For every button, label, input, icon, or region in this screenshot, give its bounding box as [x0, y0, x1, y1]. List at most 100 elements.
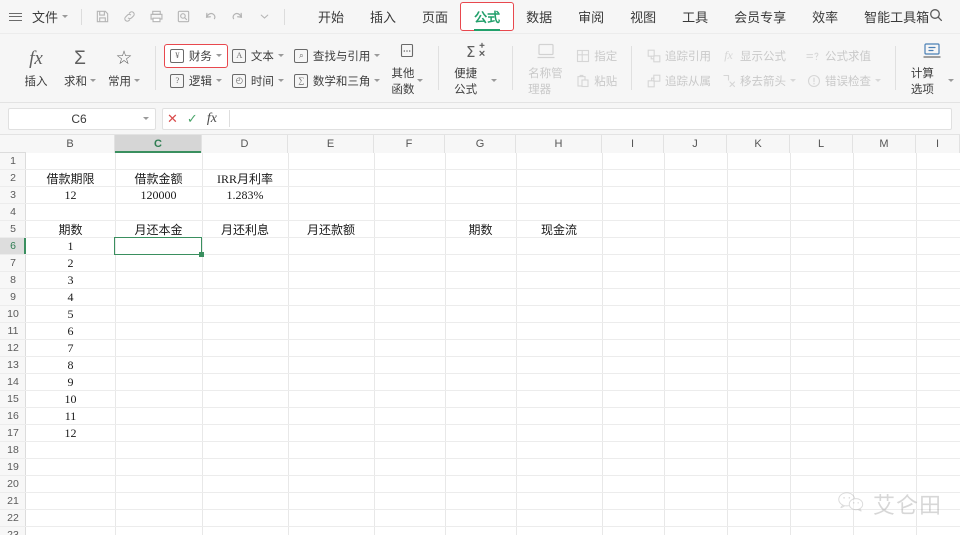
row-header-14[interactable]: 14	[0, 374, 26, 391]
row-header-11[interactable]: 11	[0, 323, 26, 340]
more-chevron-icon[interactable]	[252, 6, 276, 28]
error-check-button[interactable]: 错误检查	[801, 70, 886, 92]
tab-tools[interactable]: 工具	[669, 3, 721, 30]
finance-functions-button[interactable]: ¥ 财务	[163, 43, 228, 68]
cell-B16[interactable]: 11	[26, 408, 115, 425]
cell-B10[interactable]: 5	[26, 306, 115, 323]
row-header-8[interactable]: 8	[0, 272, 26, 289]
cell-E5[interactable]: 月还款额	[288, 221, 374, 238]
cell-B11[interactable]: 6	[26, 323, 115, 340]
cell-B14[interactable]: 9	[26, 374, 115, 391]
evaluate-formula-button[interactable]: 公式求值	[801, 45, 886, 67]
cell-B2[interactable]: 借款期限	[26, 170, 115, 187]
column-header-l-10[interactable]: L	[790, 135, 853, 153]
insert-function-button[interactable]: fx 插入	[14, 44, 58, 93]
calc-options-button[interactable]: 计算选项	[905, 36, 960, 101]
tab-page[interactable]: 页面	[409, 3, 461, 30]
tab-insert[interactable]: 插入	[357, 3, 409, 30]
cell-B5[interactable]: 期数	[26, 221, 115, 238]
file-menu-button[interactable]: 文件	[27, 4, 73, 29]
tab-start[interactable]: 开始	[305, 3, 357, 30]
text-functions-button[interactable]: A 文本	[227, 45, 289, 67]
row-header-20[interactable]: 20	[0, 476, 26, 493]
time-functions-button[interactable]: ◴ 时间	[227, 70, 289, 92]
cell-B17[interactable]: 12	[26, 425, 115, 442]
tab-efficiency[interactable]: 效率	[799, 3, 851, 30]
column-header-e-3[interactable]: E	[288, 135, 374, 153]
row-header-16[interactable]: 16	[0, 408, 26, 425]
fill-handle[interactable]	[199, 252, 204, 257]
row-header-6[interactable]: 6	[0, 238, 26, 255]
row-header-1[interactable]: 1	[0, 153, 26, 170]
autosum-button[interactable]: Σ 求和	[58, 44, 102, 93]
cell-D3[interactable]: 1.283%	[202, 187, 288, 204]
name-box[interactable]: C6	[8, 107, 156, 130]
tab-view[interactable]: 视图	[617, 3, 669, 30]
cell-B3[interactable]: 12	[26, 187, 115, 204]
name-manager-button[interactable]: 名称管理器	[522, 36, 570, 101]
row-header-13[interactable]: 13	[0, 357, 26, 374]
column-header-h-6[interactable]: H	[516, 135, 602, 153]
cell-B13[interactable]: 8	[26, 357, 115, 374]
tab-data[interactable]: 数据	[513, 3, 565, 30]
cell-B15[interactable]: 10	[26, 391, 115, 408]
row-header-18[interactable]: 18	[0, 442, 26, 459]
remove-arrows-button[interactable]: 移去箭头	[716, 70, 801, 92]
cell-G5[interactable]: 期数	[445, 221, 516, 238]
trace-dependents-button[interactable]: 追踪从属	[641, 70, 716, 92]
search-icon[interactable]	[928, 7, 944, 23]
row-header-23[interactable]: 23	[0, 527, 26, 535]
cell-C3[interactable]: 120000	[115, 187, 202, 204]
row-header-10[interactable]: 10	[0, 306, 26, 323]
lookup-functions-button[interactable]: ⌕ 查找与引用	[289, 45, 386, 67]
quick-formula-button[interactable]: Σ 便捷公式	[448, 36, 503, 101]
column-header-b-0[interactable]: B	[26, 135, 115, 153]
cell-B8[interactable]: 3	[26, 272, 115, 289]
column-header-d-2[interactable]: D	[202, 135, 288, 153]
link-icon[interactable]	[117, 6, 141, 28]
active-cell-selection[interactable]	[114, 237, 204, 257]
tab-review[interactable]: 审阅	[565, 3, 617, 30]
cell-H5[interactable]: 现金流	[516, 221, 602, 238]
cell-D2[interactable]: IRR月利率	[202, 170, 288, 187]
row-header-5[interactable]: 5	[0, 221, 26, 238]
math-trig-functions-button[interactable]: ∑ 数学和三角	[289, 70, 386, 92]
cell-C5[interactable]: 月还本金	[115, 221, 202, 238]
row-header-7[interactable]: 7	[0, 255, 26, 272]
define-name-button[interactable]: 指定	[570, 45, 622, 67]
paste-name-button[interactable]: 粘贴	[570, 70, 622, 92]
other-functions-button[interactable]: 其他函数	[385, 36, 429, 101]
cancel-icon[interactable]: ✕	[167, 112, 178, 125]
row-header-21[interactable]: 21	[0, 493, 26, 510]
undo-icon[interactable]	[198, 6, 222, 28]
column-header-k-9[interactable]: K	[727, 135, 790, 153]
column-header-j-8[interactable]: J	[664, 135, 727, 153]
app-menu-icon[interactable]	[9, 12, 22, 21]
trace-precedents-button[interactable]: 追踪引用	[641, 45, 716, 67]
column-header-g-5[interactable]: G	[445, 135, 516, 153]
row-header-9[interactable]: 9	[0, 289, 26, 306]
tab-formula[interactable]: 公式	[460, 2, 515, 31]
insert-function-icon[interactable]: fx	[207, 111, 217, 127]
column-header-f-4[interactable]: F	[374, 135, 445, 153]
row-header-22[interactable]: 22	[0, 510, 26, 527]
show-formulas-button[interactable]: fx 显示公式	[716, 45, 801, 67]
row-header-17[interactable]: 17	[0, 425, 26, 442]
redo-icon[interactable]	[225, 6, 249, 28]
column-header-i-12[interactable]: I	[916, 135, 960, 153]
tab-member[interactable]: 会员专享	[721, 3, 799, 30]
cell-B12[interactable]: 7	[26, 340, 115, 357]
print-preview-icon[interactable]	[171, 6, 195, 28]
row-header-19[interactable]: 19	[0, 459, 26, 476]
row-header-12[interactable]: 12	[0, 340, 26, 357]
cells-area[interactable]: 借款期限 借款金额 IRR月利率 12 120000 1.283% 期数 月还本金 月还利息 月还…	[26, 153, 960, 535]
save-icon[interactable]	[90, 6, 114, 28]
cell-B9[interactable]: 4	[26, 289, 115, 306]
column-header-m-11[interactable]: M	[853, 135, 916, 153]
column-header-i-7[interactable]: I	[602, 135, 664, 153]
logic-functions-button[interactable]: ? 逻辑	[165, 70, 227, 92]
row-header-4[interactable]: 4	[0, 204, 26, 221]
row-header-3[interactable]: 3	[0, 187, 26, 204]
confirm-icon[interactable]: ✓	[187, 112, 198, 125]
cell-C2[interactable]: 借款金额	[115, 170, 202, 187]
